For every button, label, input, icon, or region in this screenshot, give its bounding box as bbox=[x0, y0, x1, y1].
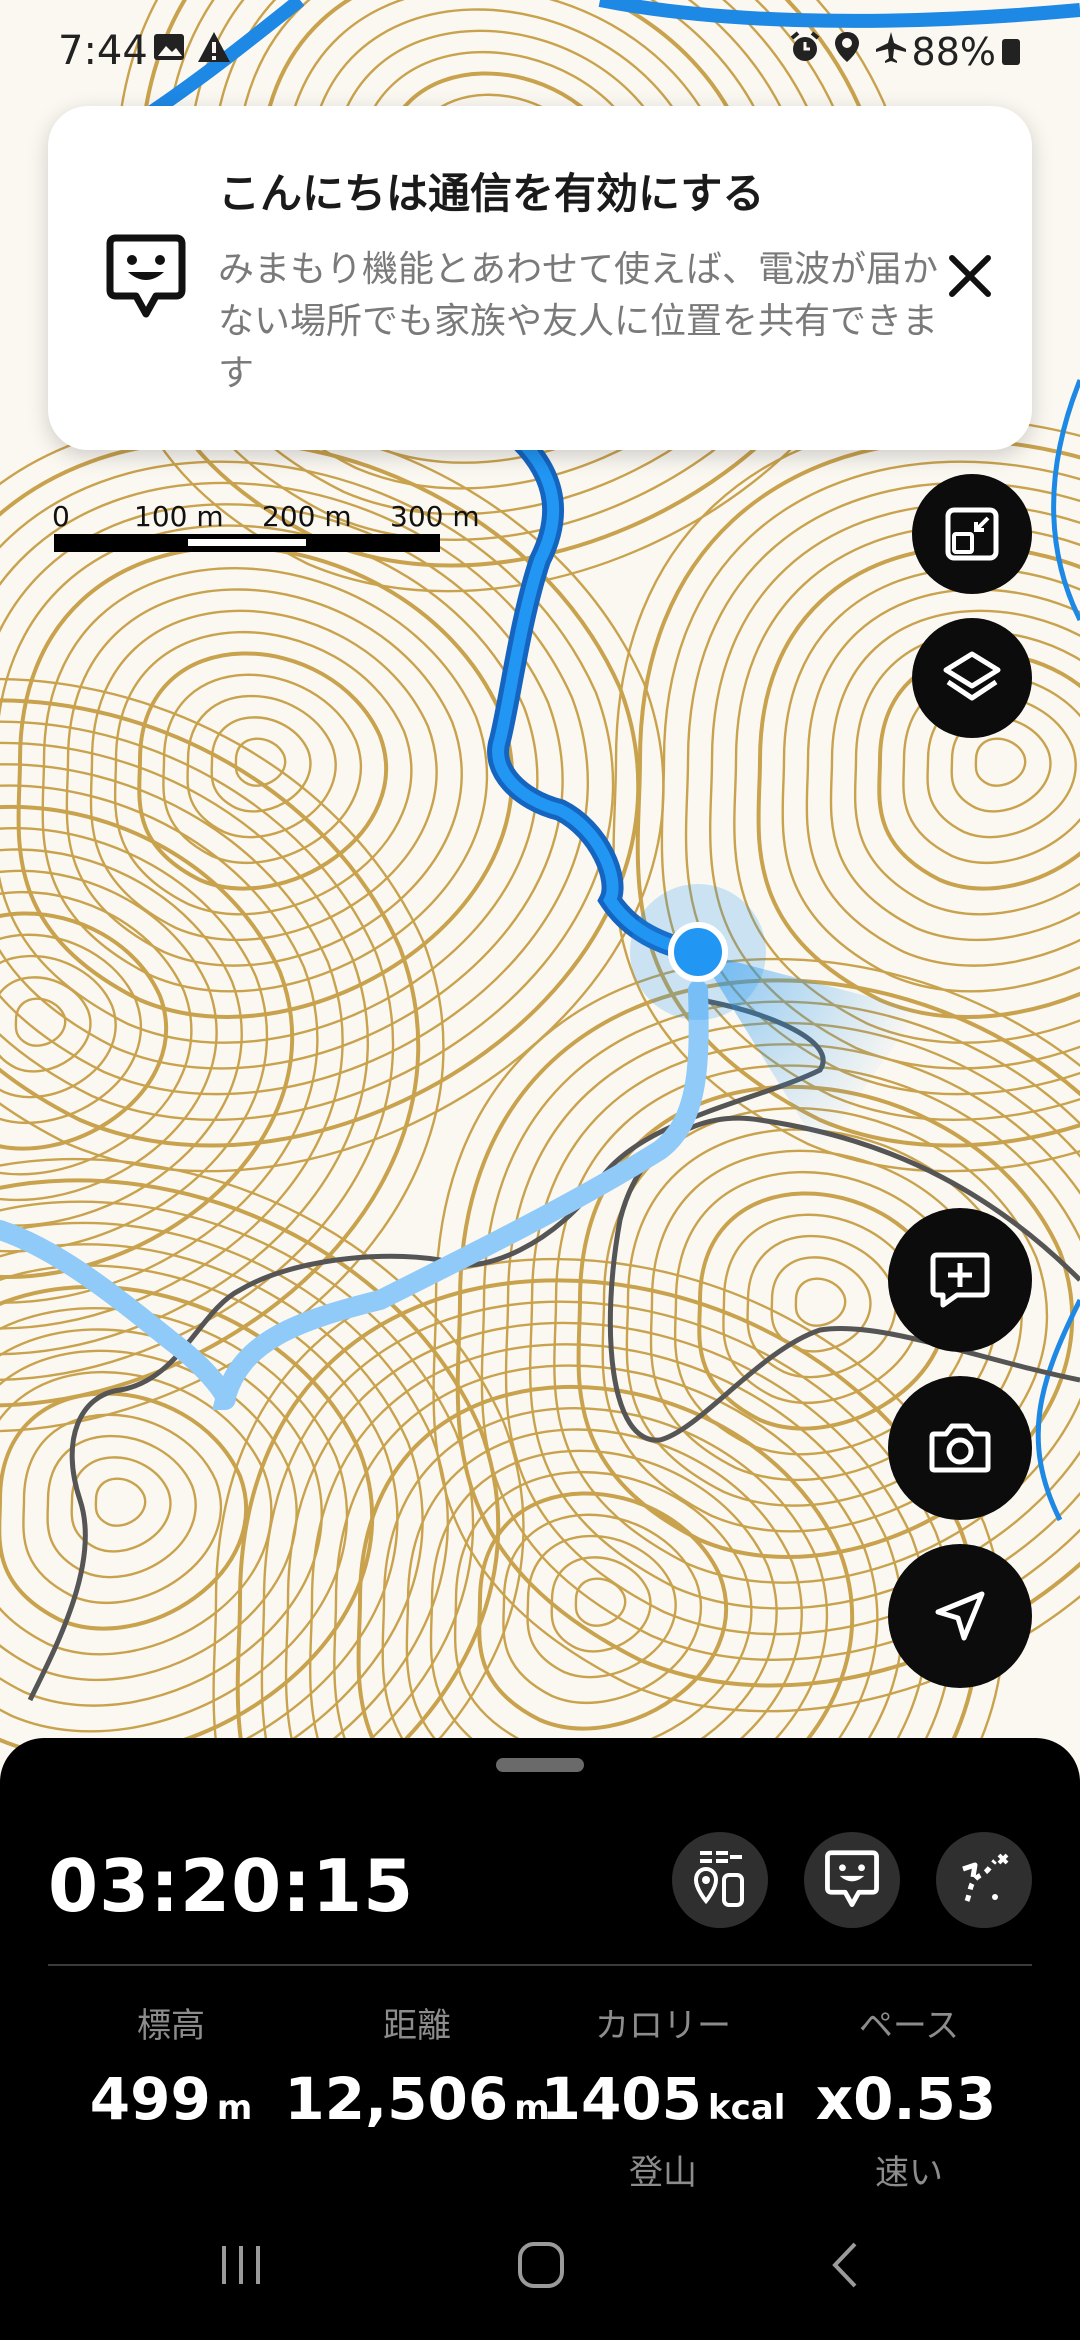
status-bar: 7:44 88% bbox=[0, 0, 1080, 110]
contour-line bbox=[22, 1413, 223, 1604]
konnichiwa-logo-icon bbox=[106, 234, 186, 326]
stat-sub: 登山 bbox=[629, 2153, 697, 2193]
contour-line bbox=[0, 720, 395, 1381]
stat-pace: ペース x0.53 速い bbox=[774, 1998, 1044, 2193]
contour-line bbox=[260, 1300, 955, 1760]
camera-button[interactable] bbox=[888, 1376, 1032, 1520]
route-icon bbox=[962, 1853, 1009, 1902]
close-icon bbox=[949, 255, 991, 297]
contour-line bbox=[0, 1264, 399, 1760]
recent-apps-icon bbox=[222, 2246, 260, 2284]
stat-value: 499 bbox=[89, 2065, 211, 2133]
navigate-icon bbox=[935, 1591, 985, 1641]
stat-value: 12,506 bbox=[284, 2065, 509, 2133]
scale-label: 0 bbox=[52, 500, 70, 533]
route-button[interactable] bbox=[936, 1832, 1032, 1928]
stat-sub bbox=[36, 2145, 306, 2185]
sheet-divider bbox=[48, 1964, 1032, 1966]
stat-label: 距離 bbox=[383, 2006, 451, 2046]
contour-line bbox=[781, 567, 1080, 993]
fullscreen-toggle-icon bbox=[945, 507, 999, 561]
contour-line bbox=[210, 716, 312, 813]
current-location-marker bbox=[668, 922, 728, 982]
system-navigation-bar bbox=[0, 2190, 1080, 2340]
status-time: 7:44 bbox=[58, 28, 148, 74]
battery-icon bbox=[1002, 39, 1020, 65]
scale-label: 100 m bbox=[134, 500, 224, 533]
fullscreen-toggle-button[interactable] bbox=[912, 474, 1032, 594]
stat-sub bbox=[282, 2145, 552, 2185]
stat-value: x0.53 bbox=[815, 2065, 997, 2133]
location-icon bbox=[832, 30, 862, 68]
scale-bar-segment bbox=[188, 539, 306, 546]
navigate-button[interactable] bbox=[888, 1544, 1032, 1688]
stat-sub: 速い bbox=[875, 2153, 943, 2193]
contour-line bbox=[794, 1277, 847, 1327]
elapsed-time: 03:20:15 bbox=[48, 1844, 415, 1928]
home-icon bbox=[518, 2242, 564, 2288]
recent-apps-button[interactable] bbox=[196, 2220, 286, 2310]
layers-icon bbox=[943, 651, 1001, 701]
konnichiwa-button[interactable] bbox=[804, 1832, 900, 1928]
add-memo-button[interactable] bbox=[888, 1208, 1032, 1352]
map-layers-button[interactable] bbox=[912, 618, 1032, 738]
camera-icon bbox=[929, 1423, 991, 1473]
contour-line bbox=[94, 1477, 147, 1527]
airplane-icon bbox=[874, 30, 908, 68]
stat-label: ペース bbox=[858, 2006, 960, 2046]
stat-calories: カロリー 1405 kcal 登山 bbox=[528, 1998, 798, 2193]
stat-label: カロリー bbox=[595, 2006, 731, 2046]
stat-altitude: 標高 499 m bbox=[36, 1998, 306, 2185]
stat-unit: m bbox=[216, 2088, 253, 2128]
contour-line bbox=[14, 997, 67, 1047]
add-memo-icon bbox=[930, 1252, 990, 1308]
notification-body: みまもり機能とあわせて使えば、電波が届かない場所でも家族や友人に位置を共有できま… bbox=[218, 249, 939, 394]
konnichiwa-icon bbox=[825, 1850, 879, 1907]
contour-line bbox=[574, 1577, 627, 1627]
contour-line bbox=[502, 1513, 703, 1704]
stat-value: 1405 bbox=[540, 2065, 703, 2133]
stat-distance: 距離 12,506 m bbox=[282, 1998, 552, 2185]
contour-line bbox=[0, 503, 564, 1070]
back-icon bbox=[832, 2242, 857, 2288]
communication-notification-card[interactable]: こんにちは通信を有効にする みまもり機能とあわせて使えば、電波が届かない場所でも… bbox=[48, 106, 1032, 450]
alarm-icon bbox=[788, 30, 822, 68]
battery-level: 88% bbox=[912, 30, 1020, 74]
image-icon bbox=[152, 30, 186, 68]
back-button[interactable] bbox=[800, 2220, 890, 2310]
scale-label: 300 m bbox=[390, 500, 480, 533]
contour-line bbox=[477, 1491, 729, 1731]
notification-title: こんにちは通信を有効にする bbox=[218, 169, 765, 218]
close-notification-button[interactable] bbox=[928, 234, 1012, 318]
signal-warning-icon bbox=[196, 30, 232, 68]
home-button[interactable] bbox=[496, 2220, 586, 2310]
contour-line bbox=[974, 737, 1027, 787]
sheet-drag-handle[interactable] bbox=[496, 1758, 584, 1772]
scale-label: 200 m bbox=[262, 500, 352, 533]
contour-line bbox=[733, 524, 1080, 1044]
stat-label: 標高 bbox=[137, 2006, 205, 2046]
contour-line bbox=[0, 933, 143, 1124]
gear-checklist-icon bbox=[693, 1851, 744, 1907]
contour-line bbox=[0, 1307, 349, 1733]
gear-checklist-button[interactable] bbox=[672, 1832, 768, 1928]
contour-line bbox=[65, 588, 463, 967]
